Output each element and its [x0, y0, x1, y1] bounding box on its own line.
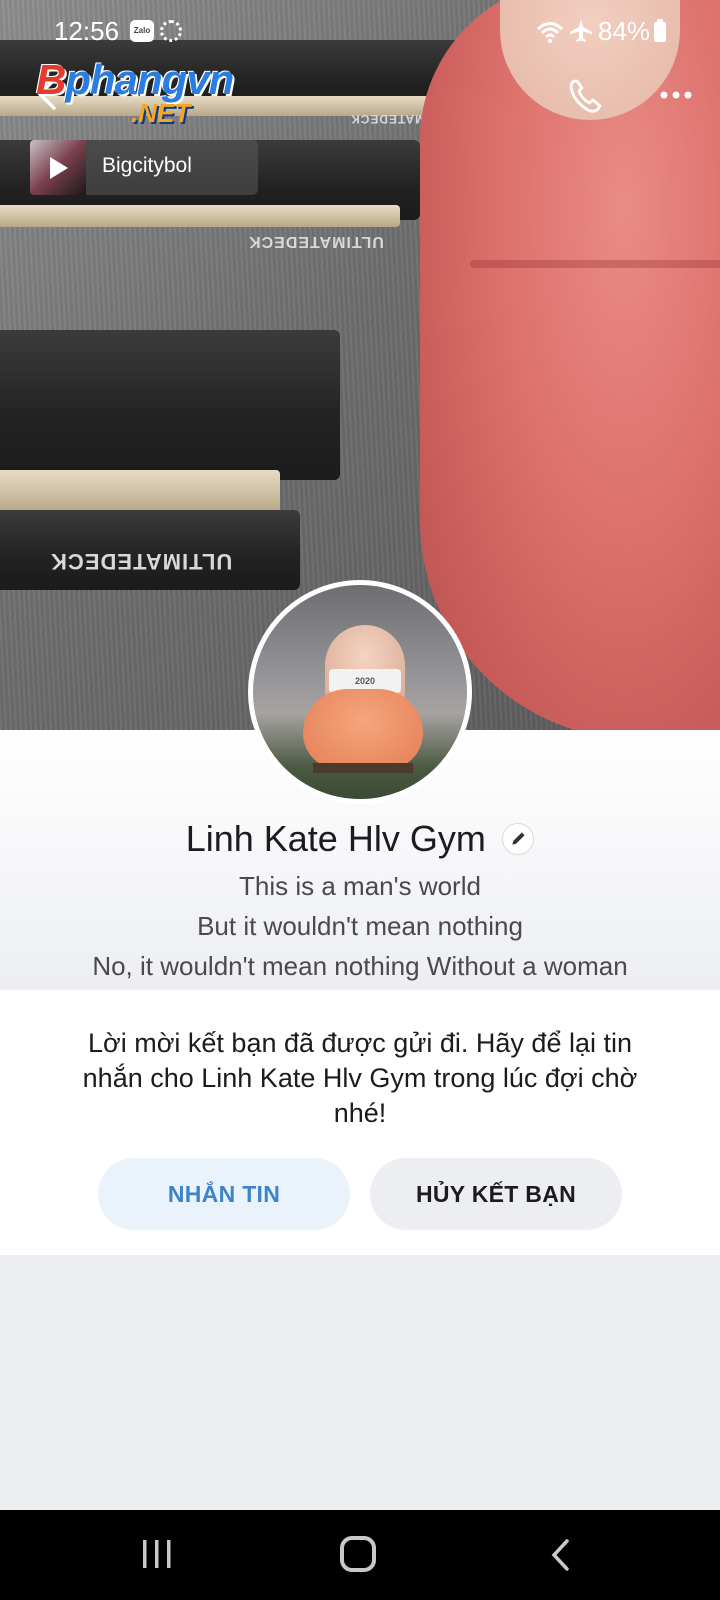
treadmill-3	[0, 330, 340, 480]
sync-icon	[160, 20, 182, 42]
watermark-logo: Bphangvn .NET	[36, 56, 266, 128]
phone-call-icon[interactable]	[566, 76, 606, 116]
watermark-letter: B	[36, 56, 66, 103]
bio-line: But it wouldn't mean nothing	[197, 911, 523, 941]
treadmill-brand-label: ULTIMATEDECK	[248, 233, 384, 250]
watermark-domain: .NET	[131, 98, 191, 128]
play-icon[interactable]	[50, 157, 68, 179]
nav-back-icon[interactable]	[548, 1538, 572, 1572]
cancel-friend-request-button[interactable]: HỦY KẾT BẠN	[370, 1158, 622, 1230]
music-album-art	[30, 140, 86, 195]
airplane-icon	[570, 19, 592, 42]
treadmill-brand-label-large: ULTIMATEDECK	[50, 549, 233, 574]
more-horizontal-icon[interactable]	[656, 80, 696, 110]
status-time: 12:56	[54, 16, 120, 46]
avatar-figure-hip	[303, 689, 423, 769]
friend-request-card: Lời mời kết bạn đã được gửi đi. Hãy để l…	[0, 990, 720, 1255]
system-nav-bar	[0, 1510, 720, 1600]
name-row: Linh Kate Hlv Gym	[0, 818, 720, 868]
send-message-button[interactable]: NHẮN TIN	[98, 1158, 350, 1230]
avatar[interactable]: 2020	[248, 580, 472, 804]
recents-icon[interactable]	[140, 1538, 174, 1570]
music-title: Bigcitybol	[102, 154, 192, 177]
treadmill-rail-3	[0, 470, 280, 512]
wifi-icon	[536, 22, 564, 44]
status-bar: 12:56 Zalo 84%	[0, 0, 720, 64]
profile-name: Linh Kate Hlv Gym	[185, 818, 486, 859]
bio-line: This is a man's world	[239, 871, 481, 901]
bio-line: No, it wouldn't mean nothing Without a w…	[92, 951, 628, 981]
profile-screen: ULTIMATEDECK ULTIMATEDECK ULTIMATEDECK 1…	[0, 0, 720, 1600]
profile-bio: This is a man's world But it wouldn't me…	[0, 866, 720, 986]
battery-percent: 84%	[598, 16, 651, 46]
profile-music-chip[interactable]: Bigcitybol	[30, 140, 258, 195]
treadmill-rail-2	[0, 205, 400, 227]
avatar-bench	[313, 763, 413, 773]
edit-pencil-icon[interactable]	[502, 823, 535, 855]
battery-icon	[654, 19, 666, 42]
zalo-icon: Zalo	[130, 20, 154, 42]
friend-request-message: Lời mời kết bạn đã được gửi đi. Hãy để l…	[82, 1028, 638, 1128]
watermark-word: phangvn	[65, 56, 234, 103]
home-icon[interactable]	[340, 1536, 376, 1572]
cover-person-shade	[470, 260, 720, 268]
